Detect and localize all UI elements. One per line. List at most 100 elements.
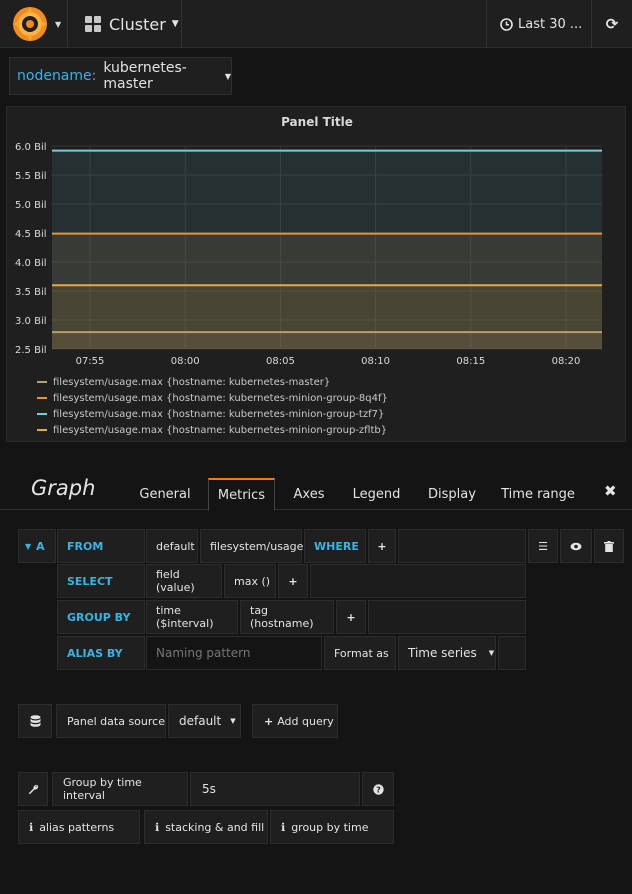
query-ref-id: A bbox=[36, 539, 45, 553]
x-tick-label: 08:05 bbox=[266, 356, 295, 367]
where-keyword: WHERE bbox=[304, 529, 366, 563]
grafana-menu-button[interactable]: ▼ bbox=[0, 0, 68, 48]
groupby-time[interactable]: time ($interval) bbox=[146, 600, 238, 634]
select-function[interactable]: max () bbox=[224, 564, 276, 598]
panel-title[interactable]: Panel Title bbox=[7, 115, 627, 129]
help-icon[interactable]: ? bbox=[362, 772, 394, 806]
datasource-select[interactable]: default ▼ bbox=[168, 704, 241, 738]
stacking-fill-button[interactable]: ℹ stacking & and fill bbox=[144, 810, 268, 844]
chevron-down-icon: ▼ bbox=[55, 19, 62, 29]
x-tick-label: 08:00 bbox=[171, 356, 200, 367]
query-menu-icon[interactable]: ☰ bbox=[528, 529, 558, 563]
where-filler bbox=[398, 529, 526, 563]
plus-icon: + bbox=[264, 714, 274, 728]
from-keyword: FROM bbox=[57, 529, 145, 563]
group-interval-label: Group by time interval bbox=[52, 772, 188, 806]
y-tick-label: 5.0 Bil bbox=[15, 200, 47, 211]
group-by-time-button[interactable]: ℹ group by time bbox=[270, 810, 394, 844]
add-groupby-button[interactable]: + bbox=[336, 600, 366, 634]
caret-down-icon: ▼ bbox=[230, 717, 236, 725]
tab-metrics[interactable]: Metrics bbox=[208, 478, 275, 511]
time-picker-button[interactable]: Last 30 ... bbox=[486, 0, 590, 48]
time-range-label: Last 30 ... bbox=[518, 16, 583, 32]
dashboard-grid-icon bbox=[85, 16, 101, 32]
legend-label[interactable]: filesystem/usage.max {hostname: kubernet… bbox=[53, 425, 387, 436]
alias-keyword: ALIAS BY bbox=[57, 636, 145, 670]
legend-item[interactable]: filesystem/usage.max {hostname: kubernet… bbox=[37, 422, 388, 438]
datasource-value: default bbox=[179, 714, 222, 728]
y-tick-label: 4.0 Bil bbox=[15, 258, 47, 269]
svg-text:?: ? bbox=[376, 785, 381, 794]
refresh-button[interactable]: ⟳ bbox=[591, 0, 632, 48]
legend-swatch[interactable] bbox=[37, 397, 47, 399]
group-interval-input[interactable]: 5s bbox=[190, 772, 360, 806]
legend-item[interactable]: filesystem/usage.max {hostname: kubernet… bbox=[37, 406, 388, 422]
alias-filler bbox=[498, 636, 526, 670]
groupby-tag[interactable]: tag (hostname) bbox=[240, 600, 334, 634]
y-tick-label: 6.0 Bil bbox=[15, 142, 47, 153]
variable-label: nodename: bbox=[17, 68, 97, 84]
legend-label[interactable]: filesystem/usage.max {hostname: kubernet… bbox=[53, 409, 384, 420]
info-icon: ℹ bbox=[29, 820, 34, 834]
legend-swatch[interactable] bbox=[37, 413, 47, 415]
y-tick-label: 4.5 Bil bbox=[15, 229, 47, 240]
groupby-filler bbox=[368, 600, 526, 634]
legend-item[interactable]: filesystem/usage.max {hostname: kubernet… bbox=[37, 374, 388, 390]
info-icon: ℹ bbox=[155, 820, 160, 834]
caret-down-icon: ▼ bbox=[488, 649, 495, 657]
y-tick-label: 2.5 Bil bbox=[15, 345, 47, 356]
alias-input[interactable] bbox=[146, 636, 322, 670]
y-tick-label: 3.0 Bil bbox=[15, 316, 47, 327]
panel-datasource-label: Panel data source bbox=[56, 704, 166, 738]
y-tick-label: 3.5 Bil bbox=[15, 287, 47, 298]
trash-icon[interactable] bbox=[594, 529, 624, 563]
database-icon bbox=[18, 704, 52, 738]
dashboard-picker-button[interactable]: Cluster ▼ bbox=[69, 0, 182, 48]
tab-legend[interactable]: Legend bbox=[348, 478, 405, 511]
legend-swatch[interactable] bbox=[37, 381, 47, 383]
legend-swatch[interactable] bbox=[37, 429, 47, 431]
top-navbar: ▼ Cluster ▼ Last 30 ... ⟳ bbox=[0, 0, 632, 48]
from-policy[interactable]: default bbox=[146, 529, 198, 563]
eye-icon[interactable] bbox=[560, 529, 592, 563]
template-variable-nodename[interactable]: nodename: kubernetes-master ▼ bbox=[9, 57, 232, 95]
x-tick-label: 08:15 bbox=[456, 356, 485, 367]
x-tick-label: 08:20 bbox=[552, 356, 581, 367]
legend-label[interactable]: filesystem/usage.max {hostname: kubernet… bbox=[53, 393, 388, 404]
x-tick-label: 08:10 bbox=[361, 356, 390, 367]
alias-patterns-button[interactable]: ℹ alias patterns bbox=[18, 810, 140, 844]
wrench-icon bbox=[18, 772, 48, 806]
group-by-time-label: group by time bbox=[291, 820, 369, 834]
add-query-label: Add query bbox=[277, 714, 334, 728]
add-where-button[interactable]: + bbox=[368, 529, 396, 563]
query-ref-toggle[interactable]: ▼ A bbox=[18, 529, 56, 563]
tab-display[interactable]: Display bbox=[422, 478, 482, 511]
caret-down-icon: ▼ bbox=[25, 541, 32, 551]
add-select-button[interactable]: + bbox=[278, 564, 308, 598]
format-as-label: Format as bbox=[324, 636, 396, 670]
grafana-logo-icon bbox=[13, 7, 47, 41]
chevron-down-icon: ▼ bbox=[171, 19, 179, 29]
from-measurement[interactable]: filesystem/usage bbox=[200, 529, 303, 563]
format-as-select[interactable]: Time series ▼ bbox=[398, 636, 496, 670]
chevron-down-icon: ▼ bbox=[224, 71, 231, 81]
format-as-value: Time series bbox=[408, 646, 477, 660]
add-query-button[interactable]: + Add query bbox=[252, 704, 338, 738]
legend-item[interactable]: filesystem/usage.max {hostname: kubernet… bbox=[37, 390, 388, 406]
variable-value: kubernetes-master bbox=[103, 60, 187, 92]
clock-icon bbox=[500, 17, 513, 31]
close-icon[interactable]: ✖ bbox=[604, 482, 617, 500]
tab-time-range[interactable]: Time range bbox=[500, 478, 576, 511]
x-tick-label: 07:55 bbox=[76, 356, 105, 367]
groupby-keyword: GROUP BY bbox=[57, 600, 145, 634]
tab-axes[interactable]: Axes bbox=[286, 478, 332, 511]
stacking-fill-label: stacking & and fill bbox=[165, 820, 265, 834]
tab-general[interactable]: General bbox=[132, 478, 198, 511]
graph-panel[interactable]: Panel Title 6.0 Bil 5.5 Bil 5.0 Bil 4.5 Bil… bbox=[6, 106, 626, 442]
legend-label[interactable]: filesystem/usage.max {hostname: kubernet… bbox=[53, 377, 330, 388]
refresh-icon: ⟳ bbox=[605, 15, 619, 33]
select-keyword: SELECT bbox=[57, 564, 145, 598]
select-filler bbox=[310, 564, 526, 598]
select-field[interactable]: field (value) bbox=[146, 564, 222, 598]
graph-chart: 6.0 Bil 5.5 Bil 5.0 Bil 4.5 Bil 4.0 Bil 3.5 B… bbox=[15, 142, 602, 367]
